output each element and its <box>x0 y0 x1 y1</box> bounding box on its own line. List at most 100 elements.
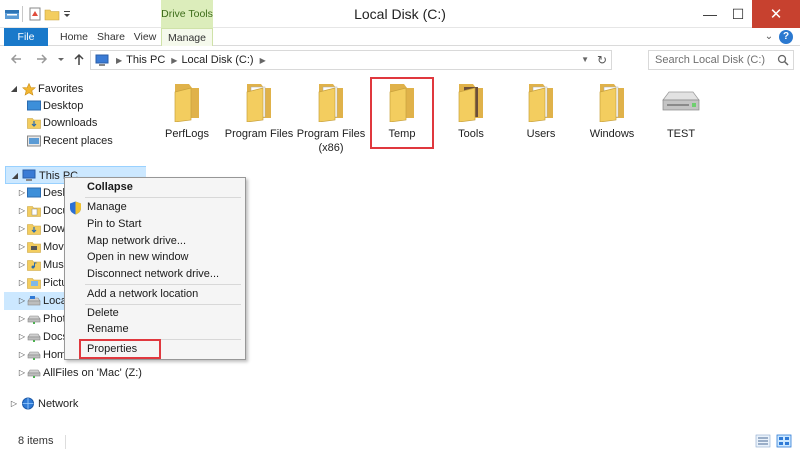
new-folder-icon[interactable] <box>44 6 60 22</box>
expand-arrow-icon[interactable]: ▷ <box>17 220 27 238</box>
expand-arrow-icon[interactable]: ▷ <box>17 364 27 382</box>
drive-icon <box>657 78 705 122</box>
maximize-button[interactable]: ☐ <box>724 0 752 28</box>
menu-item-map-network-drive[interactable]: Map network drive... <box>67 233 243 250</box>
tab-share[interactable]: Share <box>92 28 130 46</box>
tree-desktop-favorite[interactable]: Desktop <box>0 97 146 115</box>
menu-item-open-new-window[interactable]: Open in new window <box>67 249 243 266</box>
title-bar: Drive Tools Local Disk (C:) — ☐ ✕ <box>0 0 800 28</box>
downloads-folder-icon <box>27 223 41 235</box>
folder-users[interactable]: Users <box>506 78 576 141</box>
tree-label: Favorites <box>38 83 84 95</box>
close-button[interactable]: ✕ <box>752 0 800 28</box>
tree-network[interactable]: ▷ Network <box>0 395 146 413</box>
tree-downloads-favorite[interactable]: Downloads <box>0 114 146 132</box>
item-label: TEST <box>666 128 696 140</box>
folder-program-files[interactable]: Program Files <box>224 78 294 141</box>
back-icon[interactable] <box>8 52 24 68</box>
tree-label: Desktop <box>43 100 84 112</box>
menu-separator <box>85 197 241 198</box>
tree-network-drive-allfiles[interactable]: ▷ AllFiles on 'Mac' (Z:) <box>0 364 146 382</box>
folder-icon <box>235 78 283 123</box>
collapse-arrow-icon[interactable]: ◢ <box>10 167 20 185</box>
tree-favorites[interactable]: ◢ Favorites <box>0 80 146 98</box>
folder-windows[interactable]: Windows <box>577 78 647 141</box>
tab-home[interactable]: Home <box>56 28 92 46</box>
menu-item-add-network-location[interactable]: Add a network location <box>67 286 243 303</box>
item-label: Users <box>526 128 556 140</box>
breadcrumb-separator: ▶ <box>259 55 266 65</box>
search-icon[interactable] <box>777 54 789 69</box>
menu-item-collapse[interactable]: Collapse <box>67 179 243 196</box>
forward-icon[interactable] <box>34 52 50 68</box>
tree-label: Recent places <box>43 135 113 147</box>
tab-manage[interactable]: Manage <box>161 28 213 46</box>
expand-ribbon-icon[interactable]: ⌄ <box>762 28 776 46</box>
breadcrumb-local-disk[interactable]: Local Disk (C:) <box>181 54 253 66</box>
tree-label: Dow <box>43 223 66 235</box>
folder-icon <box>517 78 565 123</box>
tab-view[interactable]: View <box>130 28 160 46</box>
expand-arrow-icon[interactable]: ▷ <box>17 184 27 202</box>
properties-icon[interactable] <box>27 6 43 22</box>
tab-file[interactable]: File <box>4 28 48 46</box>
help-icon[interactable]: ? <box>779 30 793 44</box>
context-menu: Collapse Manage Pin to Start Map network… <box>64 177 246 360</box>
expand-arrow-icon[interactable]: ▷ <box>9 395 19 413</box>
menu-item-rename[interactable]: Rename <box>67 321 243 338</box>
item-label: Program Files <box>224 128 294 140</box>
breadcrumb-this-pc[interactable]: This PC <box>126 54 165 66</box>
desktop-icon <box>27 100 41 112</box>
minimize-button[interactable]: — <box>696 0 724 28</box>
large-icons-view-icon[interactable] <box>776 433 792 449</box>
expand-arrow-icon[interactable]: ▷ <box>17 274 27 292</box>
desktop-icon <box>27 187 41 199</box>
explorer-app-icon[interactable] <box>4 6 20 22</box>
expand-arrow-icon[interactable]: ▷ <box>17 310 27 328</box>
up-icon[interactable] <box>72 52 86 68</box>
expand-arrow-icon[interactable]: ▷ <box>17 238 27 256</box>
navigation-row: ▶ This PC ▶ Local Disk (C:) ▶ ▼ ↻ <box>0 46 800 74</box>
item-label: PerfLogs <box>164 128 210 140</box>
drive-test[interactable]: TEST <box>646 78 716 141</box>
folder-program-files-x86[interactable]: Program Files (x86) <box>296 78 366 155</box>
tree-label: Phot <box>43 313 66 325</box>
tree-recent-places[interactable]: Recent places <box>0 132 146 150</box>
status-separator <box>65 435 66 449</box>
status-bar: 8 items <box>0 428 800 456</box>
menu-item-label: Manage <box>87 201 127 213</box>
window-title: Local Disk (C:) <box>354 6 446 22</box>
network-icon <box>21 397 35 410</box>
expand-arrow-icon[interactable]: ▷ <box>17 256 27 274</box>
search-box[interactable] <box>648 50 794 70</box>
folder-tools[interactable]: Tools <box>436 78 506 141</box>
expand-arrow-icon[interactable]: ▷ <box>17 328 27 346</box>
menu-item-manage[interactable]: Manage <box>67 199 243 216</box>
search-input[interactable] <box>649 51 773 69</box>
network-drive-icon <box>27 367 41 379</box>
address-dropdown-icon[interactable]: ▼ <box>581 55 589 64</box>
menu-item-disconnect-network-drive[interactable]: Disconnect network drive... <box>67 266 243 283</box>
tree-label: Musi <box>43 259 67 271</box>
details-view-icon[interactable] <box>755 433 771 449</box>
quick-access-separator <box>22 6 23 22</box>
menu-item-pin-to-start[interactable]: Pin to Start <box>67 216 243 233</box>
documents-folder-icon <box>27 205 41 217</box>
folder-icon <box>307 78 355 123</box>
customize-quick-access-icon[interactable] <box>62 6 72 22</box>
videos-folder-icon <box>27 241 41 253</box>
folder-perflogs[interactable]: PerfLogs <box>152 78 222 141</box>
properties-highlight-box <box>79 339 161 359</box>
refresh-icon[interactable]: ↻ <box>597 53 607 67</box>
item-label: Program Files (x86) <box>296 128 366 154</box>
recent-locations-icon[interactable] <box>56 52 66 68</box>
menu-item-delete[interactable]: Delete <box>67 305 243 322</box>
address-bar[interactable]: ▶ This PC ▶ Local Disk (C:) ▶ ▼ ↻ <box>90 50 612 70</box>
collapse-arrow-icon[interactable]: ◢ <box>9 80 19 98</box>
expand-arrow-icon[interactable]: ▷ <box>17 346 27 364</box>
downloads-folder-icon <box>27 117 41 129</box>
computer-icon <box>95 53 111 67</box>
expand-arrow-icon[interactable]: ▷ <box>17 202 27 220</box>
expand-arrow-icon[interactable]: ▷ <box>17 292 27 310</box>
folder-icon <box>588 78 636 123</box>
